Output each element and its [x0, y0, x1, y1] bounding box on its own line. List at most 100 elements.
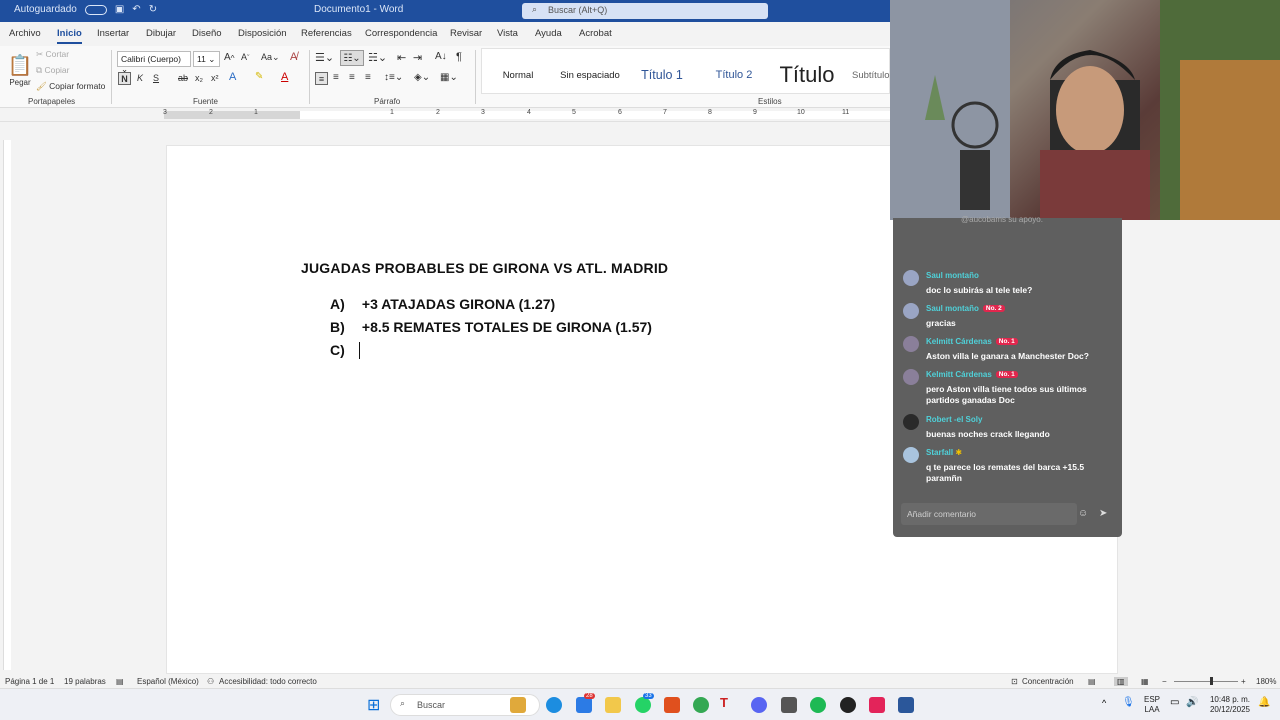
- network-icon[interactable]: ▭: [1170, 697, 1179, 708]
- tab-revisar[interactable]: Revisar: [450, 28, 482, 39]
- font-name-select[interactable]: Calibri (Cuerpo) ⌄: [117, 51, 191, 74]
- style-normal[interactable]: Normal: [490, 55, 546, 95]
- list-item[interactable]: C): [330, 342, 358, 358]
- increase-indent-icon[interactable]: ⇥: [413, 51, 422, 64]
- edge-icon[interactable]: [546, 697, 562, 713]
- zoom-slider[interactable]: [1174, 681, 1238, 682]
- typora-icon[interactable]: T: [720, 695, 736, 711]
- search-box[interactable]: ⌕ Buscar (Alt+Q): [522, 3, 768, 19]
- chat-username[interactable]: Saul montaño: [926, 271, 979, 280]
- style-sin-espaciado[interactable]: Sin espaciado: [554, 55, 626, 95]
- calculator-icon[interactable]: [781, 697, 797, 713]
- superscript-icon[interactable]: x²: [211, 73, 219, 83]
- clock[interactable]: 10:48 p. m. 20/12/2025: [1205, 695, 1255, 715]
- font-color-icon[interactable]: A: [281, 71, 288, 83]
- list-item[interactable]: A) +3 ATAJADAS GIRONA (1.27): [330, 296, 555, 312]
- whatsapp-icon[interactable]: [635, 697, 651, 713]
- style-titulo[interactable]: Título: [772, 55, 842, 95]
- brave-icon[interactable]: [664, 697, 680, 713]
- print-layout-icon[interactable]: ▥: [1114, 677, 1128, 686]
- numbering-icon[interactable]: ☷⌄: [340, 50, 364, 66]
- tab-correspondencia[interactable]: Correspondencia: [365, 28, 437, 39]
- align-left-icon[interactable]: ≡: [315, 72, 328, 85]
- shading-icon[interactable]: ◈⌄: [414, 72, 430, 83]
- tab-archivo[interactable]: Archivo: [9, 28, 41, 39]
- align-center-icon[interactable]: ≡: [333, 72, 339, 83]
- tab-diseno[interactable]: Diseño: [192, 28, 222, 39]
- language-status[interactable]: Español (México): [137, 677, 199, 686]
- tab-ayuda[interactable]: Ayuda: [535, 28, 562, 39]
- obs-icon[interactable]: [840, 697, 856, 713]
- change-case-icon[interactable]: Aa⌄: [261, 52, 280, 63]
- zoom-out-icon[interactable]: −: [1162, 677, 1167, 686]
- justify-icon[interactable]: ≡: [365, 72, 371, 83]
- underline-button[interactable]: S: [153, 73, 159, 83]
- tab-disposicion[interactable]: Disposición: [238, 28, 287, 39]
- word-icon[interactable]: [898, 697, 914, 713]
- redo-icon[interactable]: ↻: [149, 4, 157, 15]
- chat-username[interactable]: Kelmitt Cárdenas No. 1: [926, 370, 1018, 379]
- focus-mode[interactable]: Concentración: [1022, 677, 1074, 686]
- align-right-icon[interactable]: ≡: [349, 72, 355, 83]
- tab-acrobat[interactable]: Acrobat: [579, 28, 612, 39]
- text-effects-icon[interactable]: A: [229, 71, 236, 83]
- accessibility-status[interactable]: Accesibilidad: todo correcto: [219, 677, 317, 686]
- clear-format-icon[interactable]: A̸: [290, 51, 297, 63]
- mail-icon[interactable]: [576, 697, 592, 713]
- style-titulo-1[interactable]: Título 1: [632, 55, 692, 95]
- zoom-in-icon[interactable]: +: [1241, 677, 1246, 686]
- microphone-icon[interactable]: 🎙: [1122, 697, 1135, 708]
- web-layout-icon[interactable]: ▦: [1141, 677, 1149, 686]
- proofing-icon[interactable]: ▤: [116, 677, 124, 686]
- discord-icon[interactable]: [751, 697, 767, 713]
- multilevel-list-icon[interactable]: ☵⌄: [368, 51, 387, 64]
- style-titulo-2[interactable]: Título 2: [704, 55, 764, 95]
- emoji-icon[interactable]: ☺: [1078, 508, 1088, 519]
- vertical-ruler[interactable]: [3, 140, 11, 670]
- highlight-icon[interactable]: ✎: [255, 71, 263, 82]
- list-item[interactable]: B) +8.5 REMATES TOTALES DE GIRONA (1.57): [330, 319, 652, 335]
- horizontal-ruler[interactable]: 3 2 1 1 2 3 4 5 6 7 8 9 10 11: [0, 108, 890, 122]
- read-mode-icon[interactable]: ▤: [1088, 677, 1096, 686]
- line-spacing-icon[interactable]: ↕≡⌄: [384, 72, 403, 83]
- grow-font-icon[interactable]: A ^: [224, 52, 235, 63]
- tab-inicio[interactable]: Inicio: [57, 28, 82, 44]
- document-heading[interactable]: JUGADAS PROBABLES DE GIRONA VS ATL. MADR…: [301, 260, 668, 276]
- folder-icon[interactable]: [605, 697, 621, 713]
- tab-referencias[interactable]: Referencias: [301, 28, 352, 39]
- italic-button[interactable]: K: [137, 73, 143, 83]
- chat-username[interactable]: Robert -el Soly: [926, 415, 982, 424]
- autosave-toggle[interactable]: [84, 4, 107, 15]
- decrease-indent-icon[interactable]: ⇤: [397, 51, 406, 64]
- zoom-slider-handle[interactable]: [1210, 677, 1213, 685]
- page-count[interactable]: Página 1 de 1: [5, 677, 54, 686]
- cut-button[interactable]: ✂ Cortar: [36, 48, 69, 60]
- spotify-icon[interactable]: [810, 697, 826, 713]
- notifications-icon[interactable]: 🔔: [1258, 697, 1270, 708]
- windows-start-icon[interactable]: ⊞: [367, 695, 383, 714]
- chat-username[interactable]: Kelmitt Cárdenas No. 1: [926, 337, 1018, 346]
- word-count[interactable]: 19 palabras: [64, 677, 106, 686]
- subscript-icon[interactable]: x₂: [195, 73, 203, 83]
- bullets-icon[interactable]: ☰⌄: [315, 51, 334, 64]
- language-indicator[interactable]: ESP LAA: [1142, 695, 1162, 715]
- send-icon[interactable]: ➤: [1099, 508, 1107, 519]
- strikethrough-icon[interactable]: ab: [178, 73, 188, 83]
- undo-icon[interactable]: ↶: [132, 4, 140, 15]
- shrink-font-icon[interactable]: Aˇ: [241, 52, 250, 62]
- paste-button[interactable]: 📋 Pegar: [8, 48, 33, 92]
- borders-icon[interactable]: ▦⌄: [440, 72, 458, 83]
- save-icon[interactable]: ▣: [115, 4, 124, 15]
- chat-username[interactable]: Starfall ✱: [926, 448, 962, 457]
- font-size-select[interactable]: 11 ⌄: [193, 51, 220, 67]
- format-painter-button[interactable]: 🖌 Copiar formato: [36, 80, 105, 92]
- show-marks-icon[interactable]: ¶: [456, 51, 462, 63]
- tiktok-icon[interactable]: [869, 697, 885, 713]
- chrome-icon[interactable]: [693, 697, 709, 713]
- bold-button[interactable]: N: [118, 72, 131, 85]
- chevron-up-icon[interactable]: ^: [1102, 698, 1106, 708]
- tab-insertar[interactable]: Insertar: [97, 28, 129, 39]
- chat-username[interactable]: Saul montaño No. 2: [926, 304, 1005, 313]
- copy-button[interactable]: ⧉ Copiar: [36, 64, 70, 76]
- chat-input[interactable]: Añadir comentario: [901, 503, 1077, 525]
